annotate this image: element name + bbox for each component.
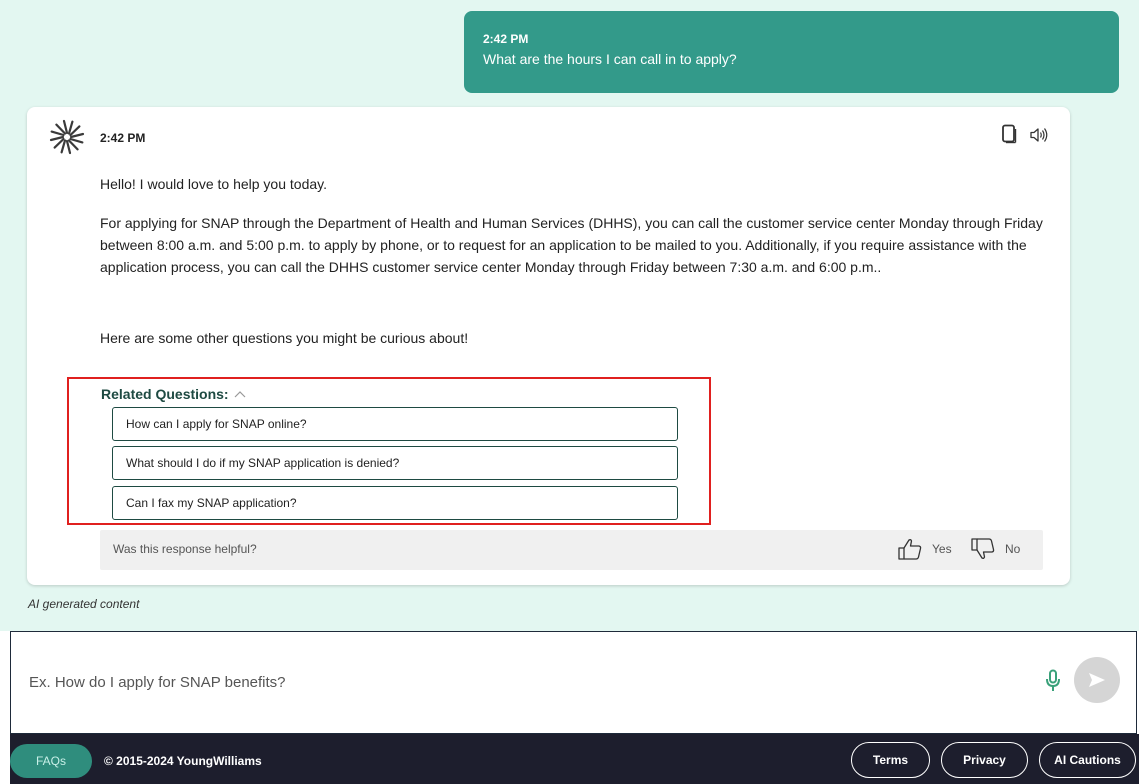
thumbs-down-icon <box>971 538 995 559</box>
ai-generated-note: AI generated content <box>28 597 140 611</box>
chat-input[interactable] <box>29 669 1009 695</box>
feedback-no-button[interactable]: No <box>970 537 1020 561</box>
related-question-button[interactable]: How can I apply for SNAP online? <box>112 407 678 441</box>
related-questions-section: Related Questions: How can I apply for S… <box>67 377 711 525</box>
copy-icon[interactable] <box>1001 124 1017 144</box>
footer: FAQs © 2015-2024 YoungWilliams Terms Pri… <box>10 734 1139 784</box>
feedback-yes-label: Yes <box>932 542 952 556</box>
thumbs-up-icon <box>898 539 922 560</box>
faqs-button[interactable]: FAQs <box>10 744 92 778</box>
privacy-button[interactable]: Privacy <box>941 742 1028 778</box>
bot-message-time: 2:42 PM <box>100 131 146 145</box>
send-icon <box>1089 673 1105 687</box>
related-question-button[interactable]: What should I do if my SNAP application … <box>112 446 678 480</box>
bot-message-followup: Here are some other questions you might … <box>100 330 469 346</box>
feedback-bar: Was this response helpful? Yes No <box>100 530 1043 570</box>
speaker-icon[interactable] <box>1029 127 1049 143</box>
copyright-text: © 2015-2024 YoungWilliams <box>104 754 262 768</box>
terms-button[interactable]: Terms <box>851 742 930 778</box>
user-message-bubble: 2:42 PM What are the hours I can call in… <box>464 11 1119 93</box>
bot-avatar-icon <box>49 119 85 155</box>
related-questions-title: Related Questions: <box>101 386 229 402</box>
related-questions-header: Related Questions: <box>101 386 246 402</box>
related-question-button[interactable]: Can I fax my SNAP application? <box>112 486 678 520</box>
ai-cautions-button[interactable]: AI Cautions <box>1039 742 1136 778</box>
feedback-question: Was this response helpful? <box>113 542 257 556</box>
microphone-icon[interactable] <box>1044 669 1062 693</box>
chat-area: 2:42 PM What are the hours I can call in… <box>0 0 1139 631</box>
user-message-time: 2:42 PM <box>483 32 529 46</box>
bot-message-card: 2:42 PM Hello! I would love to help you … <box>27 107 1070 585</box>
feedback-yes-button[interactable]: Yes <box>897 537 952 561</box>
send-button[interactable] <box>1074 657 1120 703</box>
feedback-no-label: No <box>1005 542 1021 556</box>
bot-message-greeting: Hello! I would love to help you today. <box>100 176 327 192</box>
user-message-text: What are the hours I can call in to appl… <box>483 51 737 67</box>
chevron-up-icon[interactable] <box>234 390 246 398</box>
bot-message-body: For applying for SNAP through the Depart… <box>100 215 1043 275</box>
chat-input-area <box>10 631 1137 734</box>
